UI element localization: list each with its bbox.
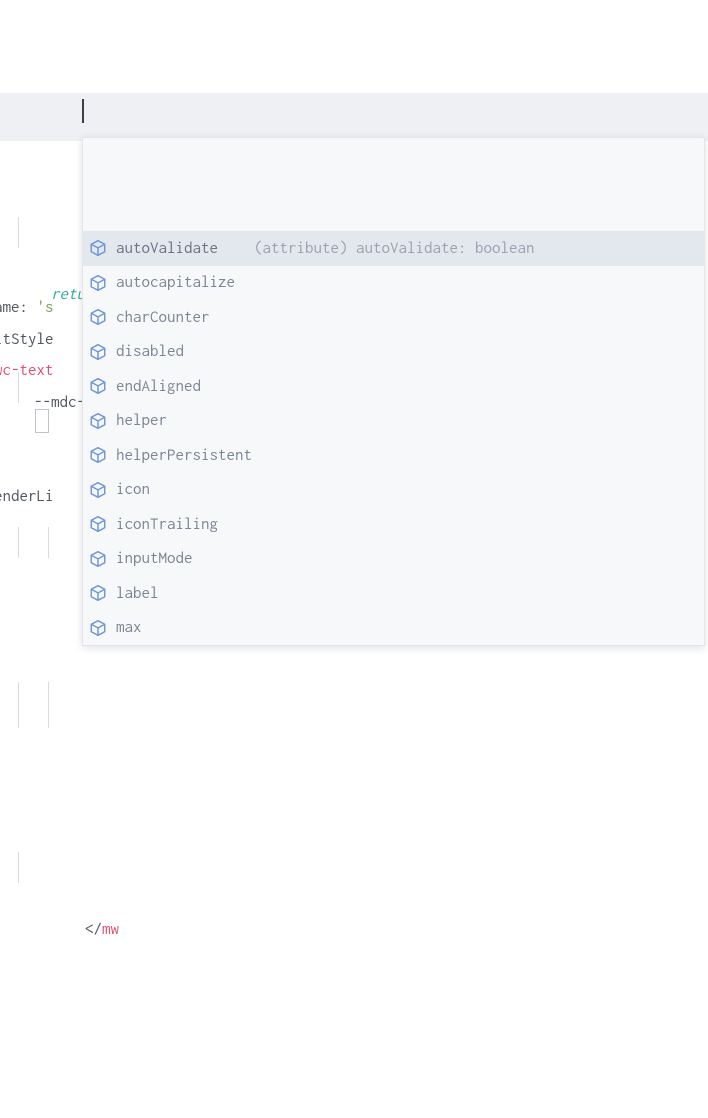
autocomplete-item[interactable]: charCounter [83, 300, 704, 335]
autocomplete-label: endAligned [116, 371, 201, 402]
autocomplete-label: autoValidate [116, 233, 218, 264]
code-line[interactable]: </mw [0, 852, 708, 883]
autocomplete-label: helper [116, 405, 167, 436]
whitespace-marker [35, 409, 49, 433]
field-cube-icon [89, 446, 107, 464]
autocomplete-item[interactable]: helperPersistent [83, 438, 704, 473]
autocomplete-item[interactable]: autoValidate (attribute) autoValidate: bo… [83, 231, 704, 266]
autocomplete-label: disabled [116, 336, 184, 367]
autocomplete-label: label [116, 578, 159, 609]
field-cube-icon [89, 619, 107, 637]
autocomplete-item[interactable]: disabled [83, 335, 704, 370]
field-cube-icon [89, 377, 107, 395]
autocomplete-detail: (attribute) autoValidate: boolean [254, 233, 535, 264]
autocomplete-label: charCounter [116, 302, 210, 333]
field-cube-icon [89, 343, 107, 361]
autocomplete-label: autocapitalize [116, 267, 235, 298]
autocomplete-item[interactable]: icon [83, 473, 704, 508]
field-cube-icon [89, 239, 107, 257]
autocomplete-label: icon [116, 474, 150, 505]
field-cube-icon [89, 481, 107, 499]
autocomplete-label: iconTrailing [116, 509, 218, 540]
field-cube-icon [89, 412, 107, 430]
autocomplete-item[interactable]: helper [83, 404, 704, 439]
autocomplete-item[interactable]: max [83, 611, 704, 646]
field-cube-icon [89, 515, 107, 533]
autocomplete-item[interactable]: endAligned [83, 369, 704, 404]
autocomplete-item[interactable]: label [83, 576, 704, 611]
field-cube-icon [89, 584, 107, 602]
field-cube-icon [89, 274, 107, 292]
close-tag-name: mw [102, 920, 119, 938]
text-cursor [82, 99, 84, 123]
field-cube-icon [89, 308, 107, 326]
code-editor[interactable]: return html` <mwc-textfield ?outlined=${… [0, 0, 708, 1118]
code-line-active[interactable] [0, 682, 708, 728]
autocomplete-item[interactable]: autocapitalize [83, 266, 704, 301]
autocomplete-label: max [116, 612, 142, 643]
autocomplete-label: helperPersistent [116, 440, 252, 471]
autocomplete-popup[interactable]: autoValidate (attribute) autoValidate: bo… [82, 137, 705, 646]
close-tag-bracket: </ [85, 920, 102, 938]
autocomplete-item[interactable]: iconTrailing [83, 507, 704, 542]
